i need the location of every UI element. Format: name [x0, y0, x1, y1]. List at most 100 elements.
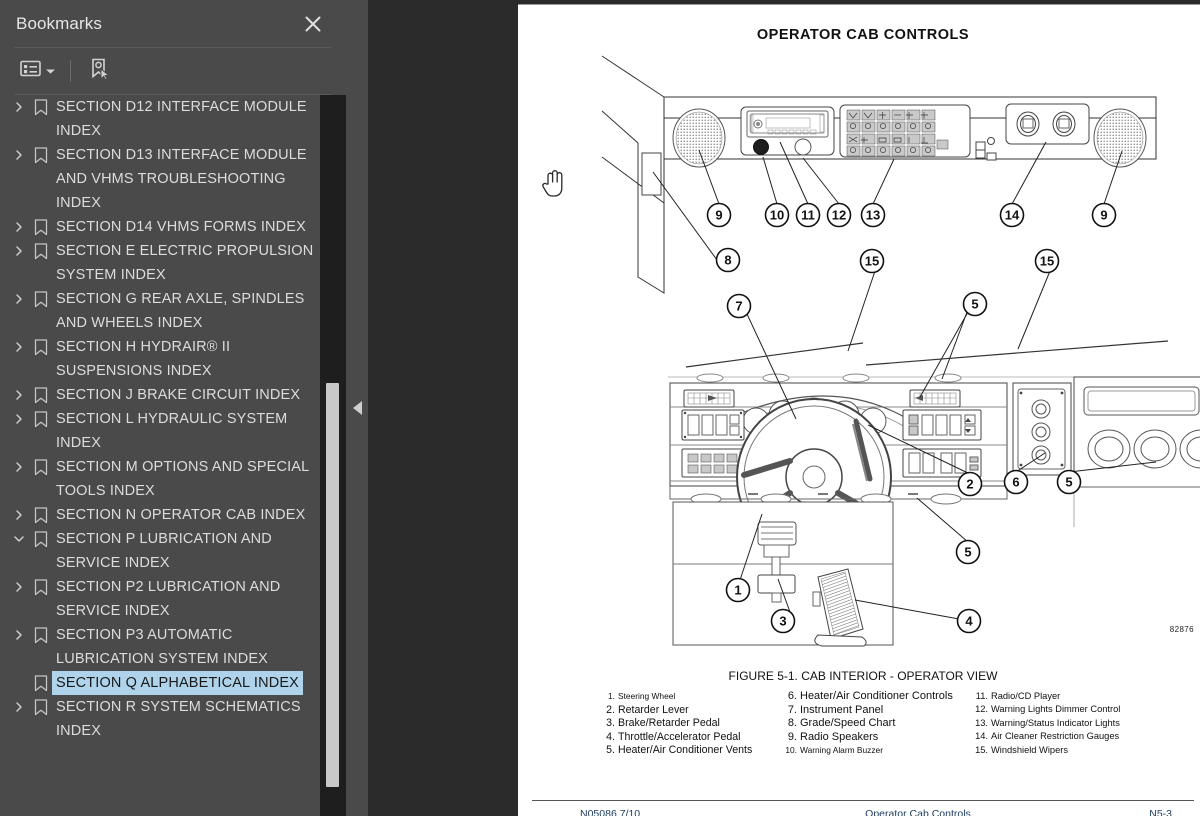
- bookmarks-scrollbar[interactable]: [320, 95, 346, 816]
- new-bookmark-button[interactable]: [84, 53, 116, 90]
- bookmark-label: SECTION H HYDRAIR® II SUSPENSIONS INDEX: [56, 339, 235, 379]
- legend-item-number: 11.: [975, 691, 988, 701]
- legend-item-number: 12.: [975, 704, 988, 715]
- bookmarks-toolbar: [0, 48, 346, 94]
- callout-number: 2: [966, 477, 973, 492]
- chevron-right-icon[interactable]: [8, 455, 30, 479]
- callout-number: 5: [971, 297, 978, 312]
- legend-item-number: 4.: [606, 730, 615, 743]
- bookmark-icon: [30, 575, 52, 599]
- callout-number: 5: [1065, 475, 1072, 490]
- legend-item-number: 13.: [975, 717, 988, 728]
- callout-number: 14: [1005, 208, 1020, 223]
- legend-item-text: Heater/Air Conditioner Controls: [800, 690, 953, 702]
- sidebar-collapse-handle[interactable]: [346, 0, 368, 816]
- close-icon[interactable]: [300, 11, 326, 37]
- bookmark-item[interactable]: SECTION L HYDRAULIC SYSTEM INDEX: [0, 407, 330, 455]
- callout-number: 11: [801, 208, 815, 223]
- callout-bubble: 8: [715, 247, 741, 273]
- bookmark-item[interactable]: SECTION P2 LUBRICATION AND SERVICE INDEX: [0, 575, 330, 623]
- list-options-icon: [20, 59, 42, 83]
- bookmark-item[interactable]: SECTION P3 AUTOMATIC LUBRICATION SYSTEM …: [0, 623, 330, 671]
- legend-item: 15. Windshield Wipers: [974, 744, 1154, 757]
- bookmarks-panel-header: Bookmarks: [0, 0, 346, 47]
- bookmark-label: SECTION D12 INTERFACE MODULE INDEX: [56, 99, 311, 139]
- callout-bubble: 3: [770, 608, 796, 634]
- chevron-right-icon[interactable]: [8, 407, 30, 431]
- bookmark-label: SECTION D14 VHMS FORMS INDEX: [56, 219, 306, 235]
- legend-item-number: 14.: [975, 731, 988, 742]
- bookmark-icon: [30, 335, 52, 359]
- chevron-down-icon: [45, 62, 56, 80]
- chevron-down-icon[interactable]: [8, 527, 30, 551]
- legend-item: 1. Steering Wheel: [606, 690, 784, 704]
- legend-item: 7. Instrument Panel: [784, 704, 974, 718]
- bookmark-label: SECTION R SYSTEM SCHEMATICS INDEX: [56, 699, 305, 739]
- legend-item-text: Radio Speakers: [800, 730, 879, 743]
- bookmark-item[interactable]: SECTION M OPTIONS AND SPECIAL TOOLS INDE…: [0, 455, 330, 503]
- legend-item: 10. Warning Alarm Buzzer: [784, 744, 974, 758]
- chevron-right-icon[interactable]: [8, 335, 30, 359]
- bookmark-icon: [30, 407, 52, 431]
- legend-item: 4. Throttle/Accelerator Pedal: [606, 731, 784, 745]
- bookmark-item[interactable]: SECTION D13 INTERFACE MODULE AND VHMS TR…: [0, 143, 330, 215]
- legend-item-text: Throttle/Accelerator Pedal: [618, 730, 741, 743]
- legend-item-number: 10.: [785, 745, 797, 756]
- chevron-right-icon[interactable]: [8, 287, 30, 311]
- chevron-right-icon[interactable]: [8, 383, 30, 407]
- bookmark-item[interactable]: SECTION G REAR AXLE, SPINDLES AND WHEELS…: [0, 287, 330, 335]
- bookmark-item[interactable]: SECTION R SYSTEM SCHEMATICS INDEX: [0, 695, 330, 743]
- bookmark-item[interactable]: SECTION Q ALPHABETICAL INDEX: [0, 670, 330, 696]
- callout-bubble: 15: [859, 248, 885, 274]
- chevron-right-icon[interactable]: [8, 623, 30, 647]
- bookmark-icon: [30, 623, 52, 647]
- legend-item-number: 1.: [608, 691, 615, 701]
- legend-item-number: 5.: [606, 744, 615, 757]
- bookmark-item[interactable]: SECTION P LUBRICATION AND SERVICE INDEX: [0, 527, 330, 575]
- bookmark-item[interactable]: SECTION D14 VHMS FORMS INDEX: [0, 215, 330, 239]
- legend-item-number: 3.: [606, 717, 615, 730]
- bookmark-item[interactable]: SECTION H HYDRAIR® II SUSPENSIONS INDEX: [0, 335, 330, 383]
- bookmark-item[interactable]: SECTION D12 INTERFACE MODULE INDEX: [0, 95, 330, 143]
- bookmark-label: SECTION G REAR AXLE, SPINDLES AND WHEELS…: [56, 291, 308, 331]
- callout-number: 6: [1012, 475, 1019, 490]
- chevron-right-icon[interactable]: [8, 215, 30, 239]
- callout-number: 13: [866, 208, 880, 223]
- callout-number: 9: [715, 208, 722, 223]
- bookmark-item[interactable]: SECTION E ELECTRIC PROPULSION SYSTEM IND…: [0, 239, 330, 287]
- toolbar-separator: [70, 60, 71, 82]
- bookmark-label: SECTION P2 LUBRICATION AND SERVICE INDEX: [56, 579, 285, 619]
- bookmark-label: SECTION J BRAKE CIRCUIT INDEX: [56, 387, 301, 403]
- callout-bubble: 12: [826, 202, 852, 228]
- bookmarks-scrollbar-thumb[interactable]: [326, 383, 339, 788]
- chevron-right-icon[interactable]: [8, 575, 30, 599]
- bookmark-item[interactable]: SECTION J BRAKE CIRCUIT INDEX: [0, 383, 330, 407]
- new-bookmark-icon: [88, 57, 112, 86]
- bookmark-item[interactable]: SECTION N OPERATOR CAB INDEX: [0, 503, 330, 527]
- bookmark-icon: [30, 215, 52, 239]
- chevron-right-icon[interactable]: [8, 695, 30, 719]
- page-footer: N05086 7/10 Operator Cab Controls N5-3: [532, 808, 1194, 816]
- legend-item: 14. Air Cleaner Restriction Gauges: [974, 730, 1154, 743]
- page-title: OPERATOR CAB CONTROLS: [756, 27, 970, 43]
- pdf-page: OPERATOR CAB CONTROLS 9 10 11 12 13 14 9…: [518, 4, 1200, 816]
- bookmarks-panel: Bookmarks SECTION D12 INTERFACE MODULE I…: [0, 0, 346, 816]
- callout-number: 15: [865, 254, 879, 269]
- footer-page-number: N5-3: [1149, 808, 1172, 816]
- legend-item: 9. Radio Speakers: [784, 731, 974, 745]
- bookmark-icon: [30, 287, 52, 311]
- chevron-right-icon[interactable]: [8, 143, 30, 167]
- legend-item: 13. Warning/Status Indicator Lights: [974, 717, 1154, 730]
- legend-item-number: 15.: [975, 744, 988, 755]
- legend-item-number: 9.: [787, 730, 797, 743]
- chevron-right-icon[interactable]: [8, 503, 30, 527]
- chevron-right-icon[interactable]: [8, 239, 30, 263]
- callout-number: 3: [779, 614, 786, 629]
- callout-number: 5: [964, 545, 971, 560]
- footer-rule: [532, 800, 1194, 801]
- collapse-left-icon: [352, 401, 362, 415]
- chevron-right-icon[interactable]: [8, 95, 30, 119]
- legend-item-number: 6.: [787, 690, 797, 702]
- bookmark-icon: [30, 503, 52, 527]
- bookmark-options-button[interactable]: [16, 55, 60, 87]
